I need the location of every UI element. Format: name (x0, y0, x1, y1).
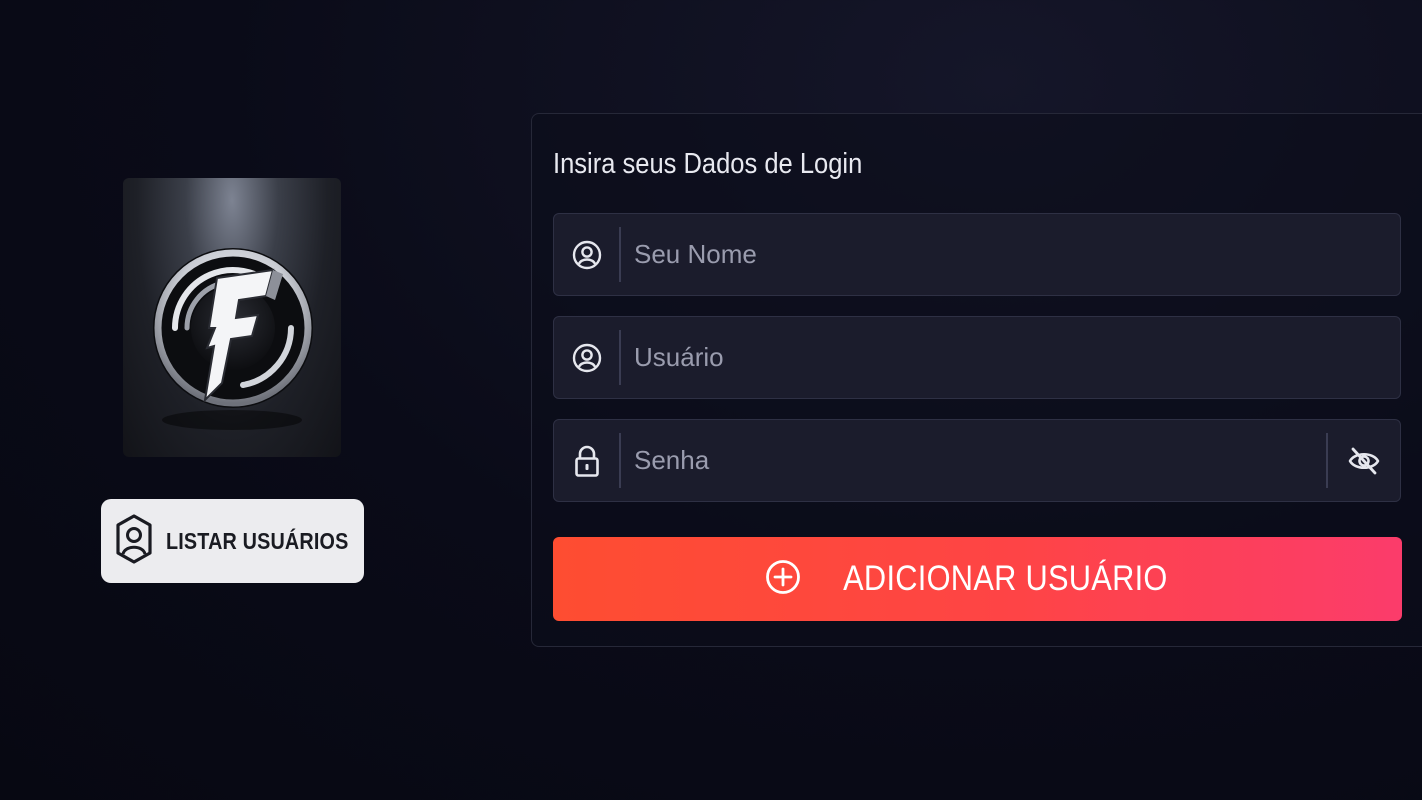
user-circle-icon (554, 214, 619, 295)
field-divider (619, 330, 621, 385)
list-users-button[interactable]: LISTAR USUÁRIOS (101, 499, 364, 583)
app-logo (123, 178, 341, 457)
field-divider (619, 433, 621, 488)
username-field (553, 316, 1401, 399)
eye-off-icon[interactable] (1328, 420, 1400, 501)
password-field (553, 419, 1401, 502)
list-users-label: LISTAR USUÁRIOS (166, 527, 349, 554)
user-circle-icon (554, 317, 619, 398)
login-form-card: Insira seus Dados de Login Seu Nome Usuá… (531, 113, 1422, 647)
username-input[interactable] (634, 317, 1314, 398)
plus-circle-icon (765, 559, 801, 600)
add-user-button[interactable]: ADICIONAR USUÁRIO (553, 537, 1402, 621)
form-title: Insira seus Dados de Login (553, 148, 863, 180)
field-divider (619, 227, 621, 282)
lock-icon (554, 420, 619, 501)
name-input[interactable] (634, 214, 1314, 295)
user-shield-icon (114, 513, 154, 570)
name-field (553, 213, 1401, 296)
logo-emblem (153, 248, 313, 430)
password-input[interactable] (634, 420, 1314, 501)
add-user-label: ADICIONAR USUÁRIO (843, 559, 1168, 598)
